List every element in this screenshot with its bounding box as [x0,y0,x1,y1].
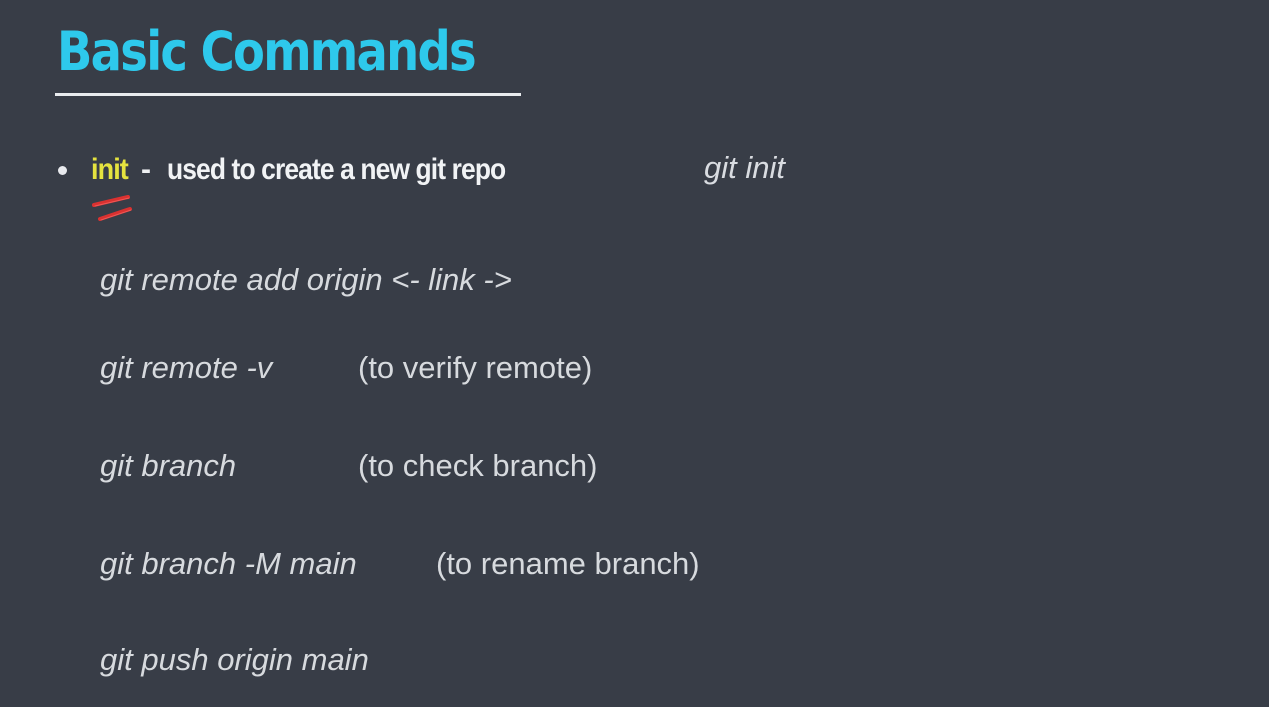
title-underline [55,93,521,96]
keyword-init: init [91,153,129,186]
command-remote-verify: git remote -v [100,350,273,385]
bullet-item-init: init - used to create a new git repo [58,150,551,190]
note-rename-branch: (to rename branch) [436,546,700,581]
note-check-branch: (to check branch) [358,448,598,483]
slide-title: Basic Commands [57,20,477,83]
slide: Basic Commands init - used to create a n… [0,0,1269,707]
example-command-git-init: git init [704,150,785,185]
note-verify-remote: (to verify remote) [358,350,593,385]
command-remote-add: git remote add origin <- link -> [100,262,512,297]
red-underline-scribble-icon [92,195,132,221]
command-branch: git branch [100,448,237,483]
command-push: git push origin main [100,642,369,677]
bullet-dot-icon [58,165,67,175]
command-branch-rename: git branch -M main [100,546,357,581]
keyword-description: used to create a new git repo [167,153,506,186]
keyword-separator: - [141,153,151,186]
